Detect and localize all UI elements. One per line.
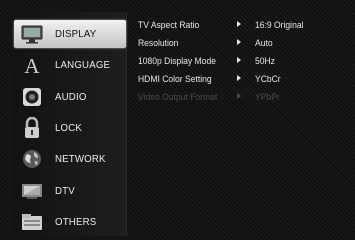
option-value: 50Hz (255, 56, 275, 67)
category-sidebar: DISPLAY A LANGUAGE AUDIO LOCK NETWORK DT… (12, 12, 126, 236)
arrow-right-icon (237, 57, 241, 63)
option-label: Video Output Format (138, 92, 218, 103)
arrow-right-icon (237, 39, 241, 45)
option-label: Resolution (138, 38, 179, 49)
arrow-right-icon (237, 21, 241, 27)
arrow-right-icon (237, 75, 241, 81)
option-value: YPbPr (255, 92, 280, 103)
sidebar-item-label: OTHERS (55, 216, 97, 228)
option-label: HDMI Color Setting (138, 74, 212, 85)
display-options-list: TV Aspect Ratio 16:9 Original Resolution… (138, 18, 352, 108)
padlock-icon (21, 117, 43, 139)
tv-icon (21, 180, 43, 202)
sidebar-item-label: AUDIO (55, 91, 87, 103)
letter-a-icon: A (21, 54, 43, 76)
sidebar-item-network[interactable]: NETWORK (14, 145, 126, 173)
sidebar-item-label: LOCK (55, 122, 83, 134)
sidebar-item-audio[interactable]: AUDIO (14, 83, 126, 111)
option-tv-aspect-ratio[interactable]: TV Aspect Ratio 16:9 Original (138, 18, 352, 35)
option-hdmi-color-setting[interactable]: HDMI Color Setting YCbCr (138, 72, 352, 89)
option-value: YCbCr (255, 74, 281, 85)
option-1080p-display-mode[interactable]: 1080p Display Mode 50Hz (138, 54, 352, 71)
option-label: TV Aspect Ratio (138, 20, 200, 31)
folder-icon (21, 211, 43, 233)
monitor-icon (21, 23, 43, 45)
sidebar-item-label: LANGUAGE (55, 59, 111, 71)
svg-text:A: A (24, 54, 40, 76)
sidebar-item-language[interactable]: A LANGUAGE (14, 51, 126, 79)
option-value: Auto (255, 38, 273, 49)
sidebar-item-label: NETWORK (55, 153, 106, 165)
globe-icon (21, 148, 43, 170)
sidebar-item-others[interactable]: OTHERS (14, 208, 126, 236)
option-video-output-format: Video Output Format YPbPr (138, 90, 352, 107)
arrow-right-icon (237, 93, 241, 99)
sidebar-item-display[interactable]: DISPLAY (14, 20, 126, 48)
option-label: 1080p Display Mode (138, 56, 216, 67)
speaker-icon (21, 86, 43, 108)
option-resolution[interactable]: Resolution Auto (138, 36, 352, 53)
sidebar-item-lock[interactable]: LOCK (14, 114, 126, 142)
option-value: 16:9 Original (255, 20, 304, 31)
sidebar-item-label: DISPLAY (55, 28, 97, 40)
setup-menu-screen: DISPLAY A LANGUAGE AUDIO LOCK NETWORK DT… (0, 0, 355, 240)
sidebar-item-label: DTV (55, 185, 75, 197)
sidebar-item-dtv[interactable]: DTV (14, 177, 126, 205)
